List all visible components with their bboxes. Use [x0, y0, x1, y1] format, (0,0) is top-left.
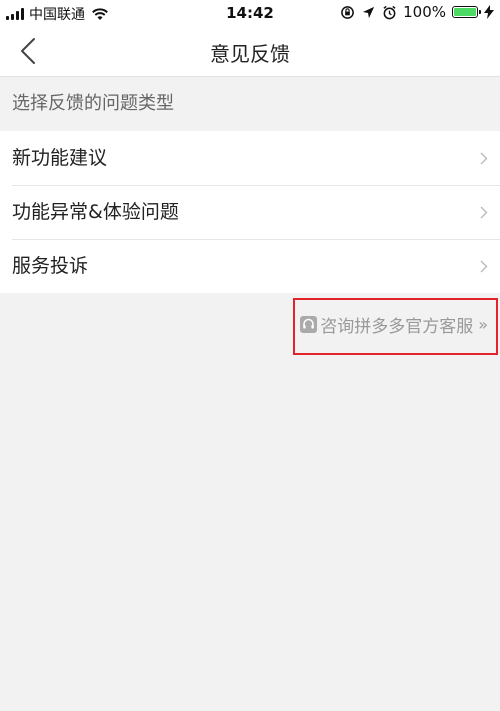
charging-bolt-icon [484, 5, 494, 19]
nav-bar: 意见反馈 [0, 26, 500, 77]
list-item-complaint[interactable]: 服务投诉 [0, 239, 500, 293]
page-title: 意见反馈 [210, 42, 290, 66]
highlight-annotation [293, 298, 498, 355]
orientation-lock-icon [341, 5, 354, 19]
battery-percent: 100% [403, 3, 446, 21]
alarm-icon [383, 5, 396, 19]
status-right: 100% [340, 3, 494, 21]
feedback-type-list: 新功能建议 功能异常&体验问题 服务投诉 [0, 131, 500, 293]
location-arrow-icon [362, 6, 375, 18]
list-item-label: 新功能建议 [12, 147, 108, 169]
battery-icon [452, 6, 481, 18]
list-item-label: 服务投诉 [12, 255, 89, 277]
status-bar: 中国联通 14:42 100% [0, 0, 500, 26]
chevron-right-icon [480, 152, 488, 165]
list-item-new-feature[interactable]: 新功能建议 [0, 131, 500, 185]
chevron-right-icon [480, 260, 488, 273]
list-item-bug-report[interactable]: 功能异常&体验问题 [0, 185, 500, 239]
section-header: 选择反馈的问题类型 [12, 93, 174, 114]
list-item-label: 功能异常&体验问题 [12, 201, 179, 223]
chevron-right-icon [480, 206, 488, 219]
